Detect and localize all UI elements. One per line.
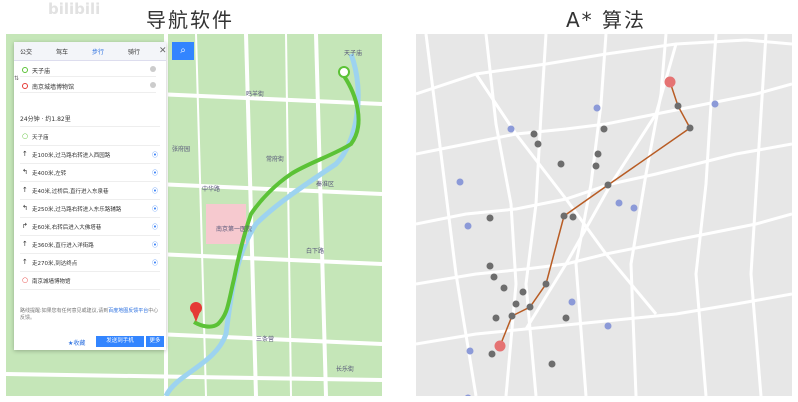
- map-label: 中华路: [202, 186, 221, 193]
- step-text: 走60米,右转后进入大佛塔巷: [32, 225, 102, 231]
- mode-walk[interactable]: 步行: [92, 47, 104, 56]
- favorite-label: 收藏: [73, 340, 86, 347]
- watermark-logo: bilibili: [48, 0, 101, 18]
- map-label: 常府街: [266, 156, 285, 163]
- feedback-text: 路线提醒:如果您有任何意见或建议,请到: [20, 308, 109, 314]
- straight-arrow-icon: ↑: [22, 240, 28, 248]
- search-button[interactable]: ⌕: [172, 42, 194, 60]
- route-step[interactable]: ↰ 走250米,过马路右转进入东乐路辅路 ⦿: [20, 200, 160, 218]
- locate-icon[interactable]: ⦿: [152, 186, 158, 195]
- walking-route: [193, 74, 361, 329]
- end-field[interactable]: 南京城墙博物馆: [20, 80, 156, 93]
- map-label: 鸣羊街: [246, 91, 265, 98]
- start-node: [494, 340, 506, 352]
- feedback-note: 路线提醒:如果您有任何意见或建议,请到百度地图反馈平台中心反馈。: [20, 308, 162, 322]
- locate-icon[interactable]: ⦿: [152, 258, 158, 267]
- close-icon[interactable]: ✕: [159, 46, 167, 56]
- turn-left-icon: ↰: [22, 204, 28, 212]
- start-dot-icon: ○: [22, 132, 29, 140]
- map-label: 长乐街: [336, 366, 355, 373]
- step-text: 走270米,到达终点: [32, 261, 78, 267]
- goal-node: [664, 76, 676, 88]
- start-marker: [338, 66, 350, 78]
- favorite-button[interactable]: ★收藏: [68, 338, 85, 347]
- map-label: 张府园: [172, 146, 191, 153]
- locate-icon[interactable]: ⦿: [152, 168, 158, 177]
- astar-graph-panel: [416, 34, 792, 396]
- route-step[interactable]: ○ 南京城墙博物馆: [20, 272, 160, 290]
- swap-icon[interactable]: ⇅: [14, 75, 19, 82]
- mode-bike[interactable]: 骑行: [128, 47, 140, 56]
- clear-icon[interactable]: [150, 82, 156, 88]
- search-icon: ⌕: [180, 45, 186, 56]
- route-step[interactable]: ↑ 走40米,过桥后,直行进入东泉巷 ⦿: [20, 182, 160, 200]
- route-step[interactable]: ↑ 走100米,过马路右转进入西园路 ⦿: [20, 146, 160, 164]
- end-text: 南京城墙博物馆: [32, 84, 75, 91]
- step-text: 走360米,直行进入洋街路: [32, 243, 94, 249]
- step-text: 走400米,左转: [32, 171, 67, 177]
- start-field[interactable]: 天子庙: [20, 64, 156, 77]
- route-panel: 公交 驾车 步行 骑行 ✕ ⌕ ⇅ 天子庙 南京城墙博物馆 24分钟 · 约1.…: [14, 42, 194, 350]
- step-text: 南京城墙博物馆: [32, 279, 71, 285]
- graph-edges: [416, 34, 792, 396]
- end-dot-icon: ○: [22, 276, 29, 284]
- locate-icon[interactable]: ⦿: [152, 150, 158, 159]
- locate-icon[interactable]: ⦿: [152, 222, 158, 231]
- route-step[interactable]: ↱ 走60米,右转后进入大佛塔巷 ⦿: [20, 218, 160, 236]
- locate-icon[interactable]: ⦿: [152, 240, 158, 249]
- map-label: 天子庙: [344, 50, 363, 57]
- send-to-phone-button[interactable]: 发送到手机: [96, 336, 144, 347]
- route-step[interactable]: ○ 天子庙: [20, 128, 160, 146]
- left-title: 导航软件: [146, 8, 234, 32]
- start-text: 天子庙: [32, 68, 51, 75]
- step-text: 天子庙: [32, 135, 49, 141]
- locate-icon[interactable]: ⦿: [152, 204, 158, 213]
- start-dot-icon: [22, 67, 28, 73]
- map-label: 三条营: [256, 336, 275, 343]
- more-button[interactable]: 更多: [146, 336, 164, 347]
- straight-arrow-icon: ↑: [22, 186, 28, 194]
- route-step[interactable]: ↑ 走270米,到达终点 ⦿: [20, 254, 160, 272]
- frontier-nodes: [456, 100, 719, 396]
- mode-drive[interactable]: 驾车: [56, 47, 68, 56]
- straight-arrow-icon: ↑: [22, 150, 28, 158]
- map-panel[interactable]: 天子庙 南京第一医院 秦淮区 鸣羊街 张府园 中华路 常府街 白下路 三条营 长…: [6, 34, 382, 396]
- straight-arrow-icon: ↑: [22, 258, 28, 266]
- right-title: A* 算法: [566, 8, 647, 32]
- end-dot-icon: [22, 83, 28, 89]
- route-step[interactable]: ↑ 走360米,直行进入洋街路 ⦿: [20, 236, 160, 254]
- map-label: 秦淮区: [316, 181, 335, 188]
- map-label: 南京第一医院: [216, 226, 253, 233]
- astar-graph: [416, 34, 792, 396]
- travel-mode-bar: 公交 驾车 步行 骑行 ✕: [14, 42, 167, 61]
- feedback-link[interactable]: 百度地图反馈平台: [108, 308, 148, 314]
- turn-right-icon: ↱: [22, 222, 28, 230]
- route-summary[interactable]: 24分钟 · 约1.82里: [20, 114, 160, 127]
- river: [163, 53, 361, 396]
- mode-bus[interactable]: 公交: [20, 47, 32, 56]
- clear-icon[interactable]: [150, 66, 156, 72]
- step-text: 走40米,过桥后,直行进入东泉巷: [32, 189, 109, 195]
- turn-left-icon: ↰: [22, 168, 28, 176]
- route-step[interactable]: ↰ 走400米,左转 ⦿: [20, 164, 160, 182]
- step-text: 走250米,过马路右转进入东乐路辅路: [32, 207, 122, 213]
- step-text: 走100米,过马路右转进入西园路: [32, 153, 111, 159]
- explored-nodes: [486, 102, 694, 368]
- map-label: 白下路: [306, 248, 325, 255]
